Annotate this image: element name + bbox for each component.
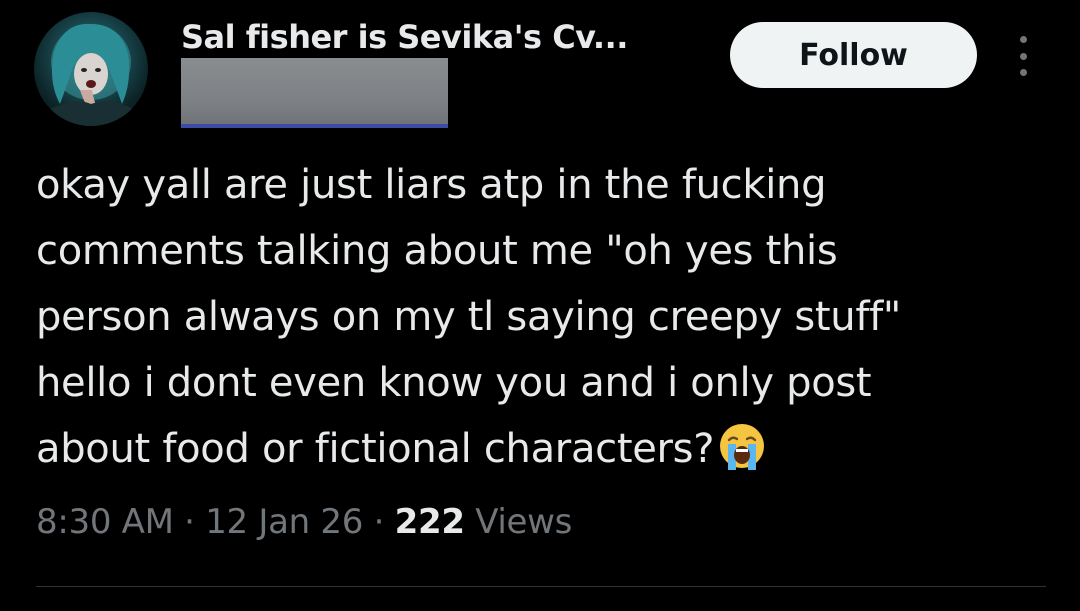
loudly-crying-face-emoji-icon [720,424,765,470]
meta-separator: · [184,502,195,542]
tweet-date[interactable]: 12 Jan 26 [205,502,363,542]
tweet-metadata: 8:30 AM · 12 Jan 26 · 222 Views [36,502,572,542]
tweet-text-line: person always on my tl saying creepy stu… [36,294,901,340]
tweet-text-line: about food or fictional characters? [36,426,715,472]
tweet-text-line: okay yall are just liars atp in the fuck… [36,162,827,208]
author-avatar[interactable] [34,12,148,126]
tweet-text-line: hello i dont even know you and i only po… [36,360,872,406]
redacted-handle [181,58,448,128]
meta-separator: · [373,502,385,542]
follow-button[interactable]: Follow [730,22,977,88]
tweet-time[interactable]: 8:30 AM [36,502,174,542]
divider [36,586,1046,587]
tweet-text-line: comments talking about me "oh yes this [36,228,838,274]
more-options-icon[interactable] [1006,36,1040,76]
avatar-image [34,23,148,126]
tweet-card: Sal fisher is Sevika's Cv... Follow okay… [0,0,1080,611]
views-count[interactable]: 222 [395,502,465,542]
tweet-text: okay yall are just liars atp in the fuck… [36,152,1056,482]
tweet-text-line-last: about food or fictional characters? [36,416,1056,482]
more-dot [1019,36,1027,43]
more-dot [1019,69,1027,76]
views-label[interactable]: Views [475,502,572,542]
more-dot [1019,52,1027,60]
author-display-name[interactable]: Sal fisher is Sevika's Cv... [181,18,628,56]
